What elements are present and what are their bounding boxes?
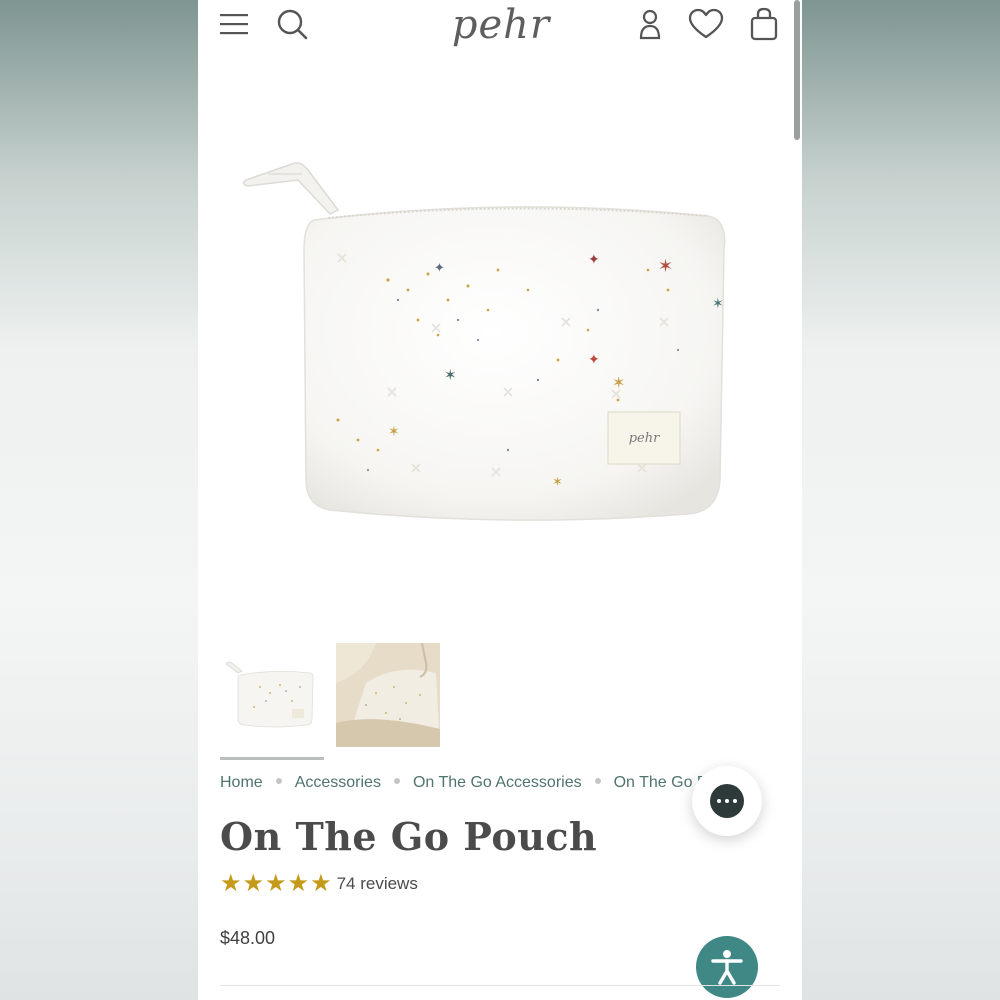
cart-button[interactable]	[746, 6, 782, 42]
pouch-image: ✶ ✶ ✦ ✶ ✦ ✶ ✦ ✶ ✶	[242, 162, 726, 521]
svg-text:✶: ✶	[712, 296, 724, 312]
account-button[interactable]	[632, 6, 668, 42]
wishlist-button[interactable]	[688, 6, 724, 42]
phone-screen: pehr ✶ ✶ ✦ ✶ ✦ ✶ ✦ ✶ ✶ pehr Home Accesso…	[198, 0, 802, 1000]
account-icon	[639, 9, 661, 40]
bag-icon	[750, 7, 778, 41]
product-main-image[interactable]: ✶ ✶ ✦ ✶ ✦ ✶ ✦ ✶ ✶ pehr	[238, 150, 738, 540]
menu-button[interactable]	[216, 6, 252, 42]
lifestyle-thumbnail-image	[336, 643, 440, 747]
search-button[interactable]	[274, 6, 310, 42]
scrollbar[interactable]	[794, 0, 800, 140]
pouch-thumbnail-image	[220, 643, 324, 747]
svg-text:✶: ✶	[552, 475, 563, 490]
active-thumbnail-indicator	[220, 757, 324, 760]
thumbnail-1[interactable]	[220, 643, 324, 747]
svg-text:✦: ✦	[588, 352, 600, 368]
svg-text:✶: ✶	[612, 373, 625, 392]
pouch-brand-label: pehr	[628, 430, 660, 446]
breadcrumb-separator	[275, 778, 282, 784]
breadcrumb-home[interactable]: Home	[220, 774, 263, 792]
accessibility-icon	[711, 950, 743, 985]
product-price: $48.00	[220, 928, 276, 948]
svg-text:✦: ✦	[588, 252, 600, 268]
star-icon: ★	[265, 870, 287, 897]
reviews-count[interactable]: 74 reviews	[337, 874, 418, 894]
star-icon: ★	[287, 870, 310, 897]
svg-text:✶: ✶	[388, 424, 400, 440]
star-icon: ★	[242, 870, 265, 897]
svg-text:✶: ✶	[444, 366, 457, 384]
breadcrumb-accessories[interactable]: Accessories	[295, 774, 381, 792]
brand-logo[interactable]: pehr	[416, 2, 586, 48]
search-icon	[277, 9, 308, 40]
breadcrumb-separator	[594, 778, 601, 784]
breadcrumb-separator	[393, 778, 400, 784]
breadcrumb-on-the-go-accessories[interactable]: On The Go Accessories	[413, 774, 582, 792]
section-divider	[220, 985, 780, 986]
star-icon: ★	[220, 870, 242, 897]
star-icon: ★	[310, 870, 332, 897]
svg-text:✦: ✦	[434, 261, 445, 276]
heart-icon	[688, 8, 724, 39]
product-title: On The Go Pouch	[220, 814, 598, 859]
site-header: pehr	[198, 0, 802, 50]
rating-summary[interactable]: ★ ★ ★ ★ ★ 74 reviews	[220, 870, 418, 898]
thumbnail-2[interactable]	[336, 643, 440, 747]
chat-bubble-icon	[710, 784, 744, 818]
chat-button[interactable]	[692, 766, 762, 836]
menu-icon	[220, 14, 248, 35]
svg-text:✶: ✶	[658, 256, 673, 277]
accessibility-button[interactable]	[696, 936, 758, 998]
